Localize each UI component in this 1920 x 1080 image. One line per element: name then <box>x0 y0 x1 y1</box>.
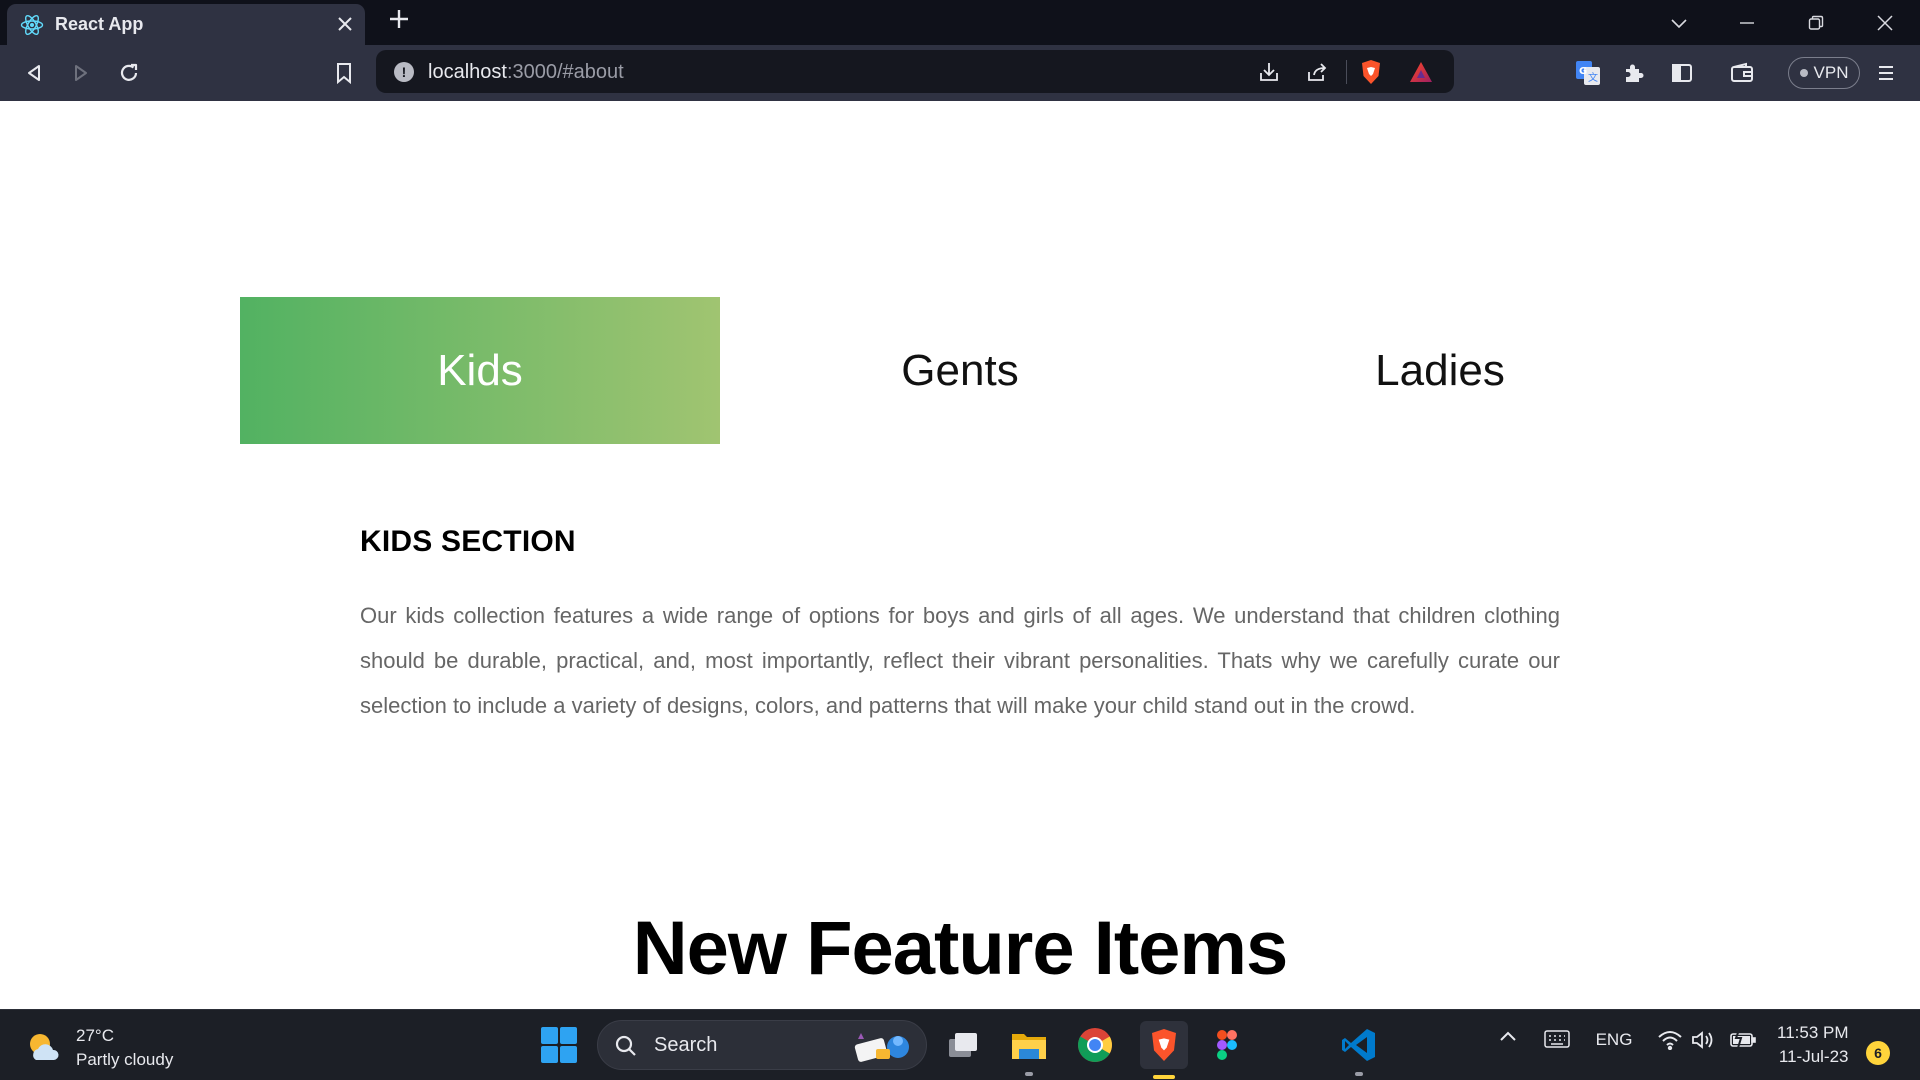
language-indicator[interactable]: ENG <box>1594 1030 1634 1050</box>
notification-badge[interactable]: 6 <box>1866 1041 1890 1065</box>
new-tab-button[interactable] <box>384 6 414 36</box>
wallet-icon[interactable] <box>1726 57 1758 89</box>
search-icon <box>614 1034 638 1063</box>
close-tab-icon[interactable] <box>333 12 357 36</box>
url-host: localhost <box>428 61 507 83</box>
feature-items-title: New Feature Items <box>632 906 1289 991</box>
install-app-icon[interactable] <box>1256 59 1282 85</box>
clock-date: 11-Jul-23 <box>1778 1047 1849 1066</box>
url-text: localhost:3000/#about <box>428 61 624 84</box>
partly-cloudy-icon <box>30 1034 59 1060</box>
battery-charging-icon[interactable] <box>1728 1030 1758 1048</box>
start-tile <box>560 1027 577 1044</box>
task-view-icon[interactable] <box>942 1024 984 1066</box>
vpn-label: VPN <box>1813 63 1849 82</box>
browser-tab-bar: React App <box>0 0 1920 45</box>
url-path: :3000/#about <box>506 61 624 83</box>
brave-browser-icon[interactable] <box>1140 1021 1188 1079</box>
brave-rewards-icon[interactable] <box>1408 59 1434 85</box>
browser-tab-title: React App <box>55 14 144 34</box>
keyboard-icon[interactable] <box>1542 1030 1572 1048</box>
category-tabs: Kids Gents Ladies <box>240 297 1680 444</box>
tab-gents[interactable]: Gents <box>720 297 1200 444</box>
start-button-icon[interactable] <box>541 1027 577 1063</box>
running-indicator <box>1355 1072 1363 1076</box>
file-explorer-icon[interactable] <box>1008 1024 1050 1076</box>
tab-search-chevron-icon[interactable] <box>1664 8 1694 38</box>
search-label: Search <box>654 1034 718 1056</box>
url-divider <box>1346 60 1347 84</box>
clock-time: 11:53 PM <box>1777 1023 1849 1042</box>
active-indicator <box>1153 1075 1175 1079</box>
react-logo-icon <box>19 12 45 38</box>
taskbar-search[interactable]: Search <box>597 1020 927 1070</box>
show-hidden-icons-chevron-icon[interactable] <box>1496 1030 1520 1042</box>
page-content: Kids Gents Ladies KIDS SECTION Our kids … <box>0 101 1920 1009</box>
weather-widget[interactable]: 27°C Partly cloudy <box>26 1024 173 1072</box>
restore-icon[interactable] <box>1801 8 1831 38</box>
brave-shields-icon[interactable] <box>1358 59 1384 85</box>
menu-icon[interactable] <box>1870 57 1902 89</box>
tab-ladies[interactable]: Ladies <box>1200 297 1680 444</box>
svg-text:文: 文 <box>1588 71 1598 84</box>
figma-icon[interactable] <box>1206 1024 1248 1066</box>
sidebar-icon[interactable] <box>1666 57 1698 89</box>
address-bar[interactable]: ! localhost:3000/#about <box>376 50 1454 93</box>
vpn-status-dot <box>1799 69 1808 77</box>
browser-toolbar: ! localhost:3000/#about G文 VPN <box>0 45 1920 101</box>
tab-kids[interactable]: Kids <box>240 297 720 444</box>
start-tile <box>560 1046 577 1063</box>
close-window-icon[interactable] <box>1870 8 1900 38</box>
translate-icon[interactable]: G文 <box>1572 57 1604 89</box>
chrome-icon[interactable] <box>1074 1024 1116 1066</box>
svg-text:G: G <box>1579 66 1587 77</box>
windows-taskbar: 27°C Partly cloudy Search ENG 11:53 PM 1… <box>0 1009 1920 1080</box>
weather-temperature: 27°C <box>76 1026 114 1045</box>
start-tile <box>541 1046 558 1063</box>
search-highlight-icon <box>848 1027 916 1070</box>
bookmark-icon[interactable] <box>328 57 360 89</box>
section-description: Our kids collection features a wide rang… <box>360 603 1560 718</box>
minimize-icon[interactable] <box>1732 8 1762 38</box>
vpn-button[interactable]: VPN <box>1788 57 1860 89</box>
browser-tab[interactable]: React App <box>7 4 365 45</box>
extensions-icon[interactable] <box>1618 57 1650 89</box>
vscode-icon[interactable] <box>1338 1024 1380 1076</box>
site-info-icon[interactable]: ! <box>394 62 414 82</box>
back-icon[interactable] <box>18 57 50 89</box>
forward-icon[interactable] <box>65 57 97 89</box>
section-heading: KIDS SECTION <box>360 525 576 558</box>
running-indicator <box>1025 1072 1033 1076</box>
volume-icon[interactable] <box>1690 1030 1716 1050</box>
start-tile <box>541 1027 558 1044</box>
weather-description: Partly cloudy <box>76 1050 174 1069</box>
share-icon[interactable] <box>1304 59 1330 85</box>
system-clock[interactable]: 11:53 PM 11-Jul-23 <box>1777 1021 1849 1069</box>
reload-icon[interactable] <box>113 57 145 89</box>
wifi-icon[interactable] <box>1656 1030 1684 1050</box>
